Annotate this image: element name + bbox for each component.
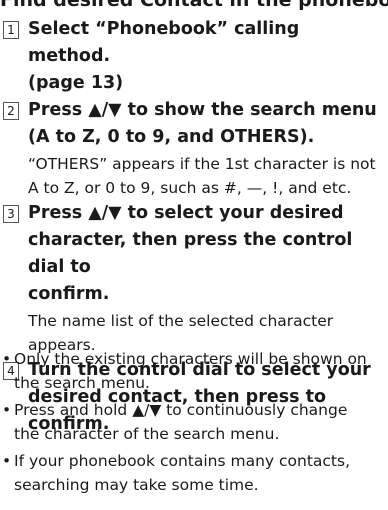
- bullet-marker: •: [2, 452, 12, 470]
- bullet-note-line: If your phonebook contains many contacts…: [14, 452, 351, 470]
- step-instruction: Press ▲/▼ to select your desired charact…: [28, 200, 386, 308]
- step-instruction: Select “Phonebook” calling method. (page…: [28, 16, 386, 97]
- step-instruction: Press ▲/▼ to show the search menu (A to …: [28, 97, 386, 151]
- step-item: 1 Select “Phonebook” calling method. (pa…: [0, 16, 386, 97]
- step-number-box: 1: [3, 21, 19, 39]
- step-instruction-line: Select “Phonebook” calling method.: [28, 19, 300, 66]
- bullet-note-line: the character of the search menu.: [14, 425, 280, 443]
- step-number-box: 3: [3, 205, 19, 223]
- step-note: “OTHERS” appears if the 1st character is…: [28, 152, 386, 200]
- bullet-note: • Press and hold ▲/▼ to continuously cha…: [0, 398, 386, 446]
- notes-list: • Only the existing characters will be s…: [0, 347, 386, 500]
- step-number-box: 2: [3, 102, 19, 120]
- step-instruction-line: (A to Z, 0 to 9, and OTHERS).: [28, 127, 315, 147]
- step-note-line: A to Z, or 0 to 9, such as #, —, !, and …: [28, 179, 352, 197]
- bullet-note: • Only the existing characters will be s…: [0, 347, 386, 395]
- bullet-marker: •: [2, 401, 12, 419]
- step-instruction-line: Press ▲/▼ to show the search menu: [28, 100, 377, 120]
- manual-page: Find desired Contact in the phonebook 1 …: [0, 0, 388, 510]
- step-instruction-line: Press ▲/▼ to select your desired: [28, 203, 344, 223]
- section-heading: Find desired Contact in the phonebook: [0, 0, 388, 11]
- step-instruction-line: character, then press the control dial t…: [28, 230, 353, 277]
- step-note-line: The name list of the selected character: [28, 312, 334, 330]
- bullet-marker: •: [2, 350, 12, 368]
- bullet-note-line: Only the existing characters will be sho…: [14, 350, 367, 368]
- step-note-line: “OTHERS” appears if the 1st character is…: [28, 155, 376, 173]
- bullet-note-line: searching may take some time.: [14, 476, 259, 494]
- bullet-note-line: Press and hold ▲/▼ to continuously chang…: [14, 401, 348, 419]
- step-instruction-line: (page 13): [28, 73, 124, 93]
- step-item: 2 Press ▲/▼ to show the search menu (A t…: [0, 97, 386, 200]
- step-instruction-line: confirm.: [28, 284, 110, 304]
- bullet-note-line: the search menu.: [14, 374, 150, 392]
- step-item: 3 Press ▲/▼ to select your desired chara…: [0, 200, 386, 357]
- bullet-note: • If your phonebook contains many contac…: [0, 449, 386, 497]
